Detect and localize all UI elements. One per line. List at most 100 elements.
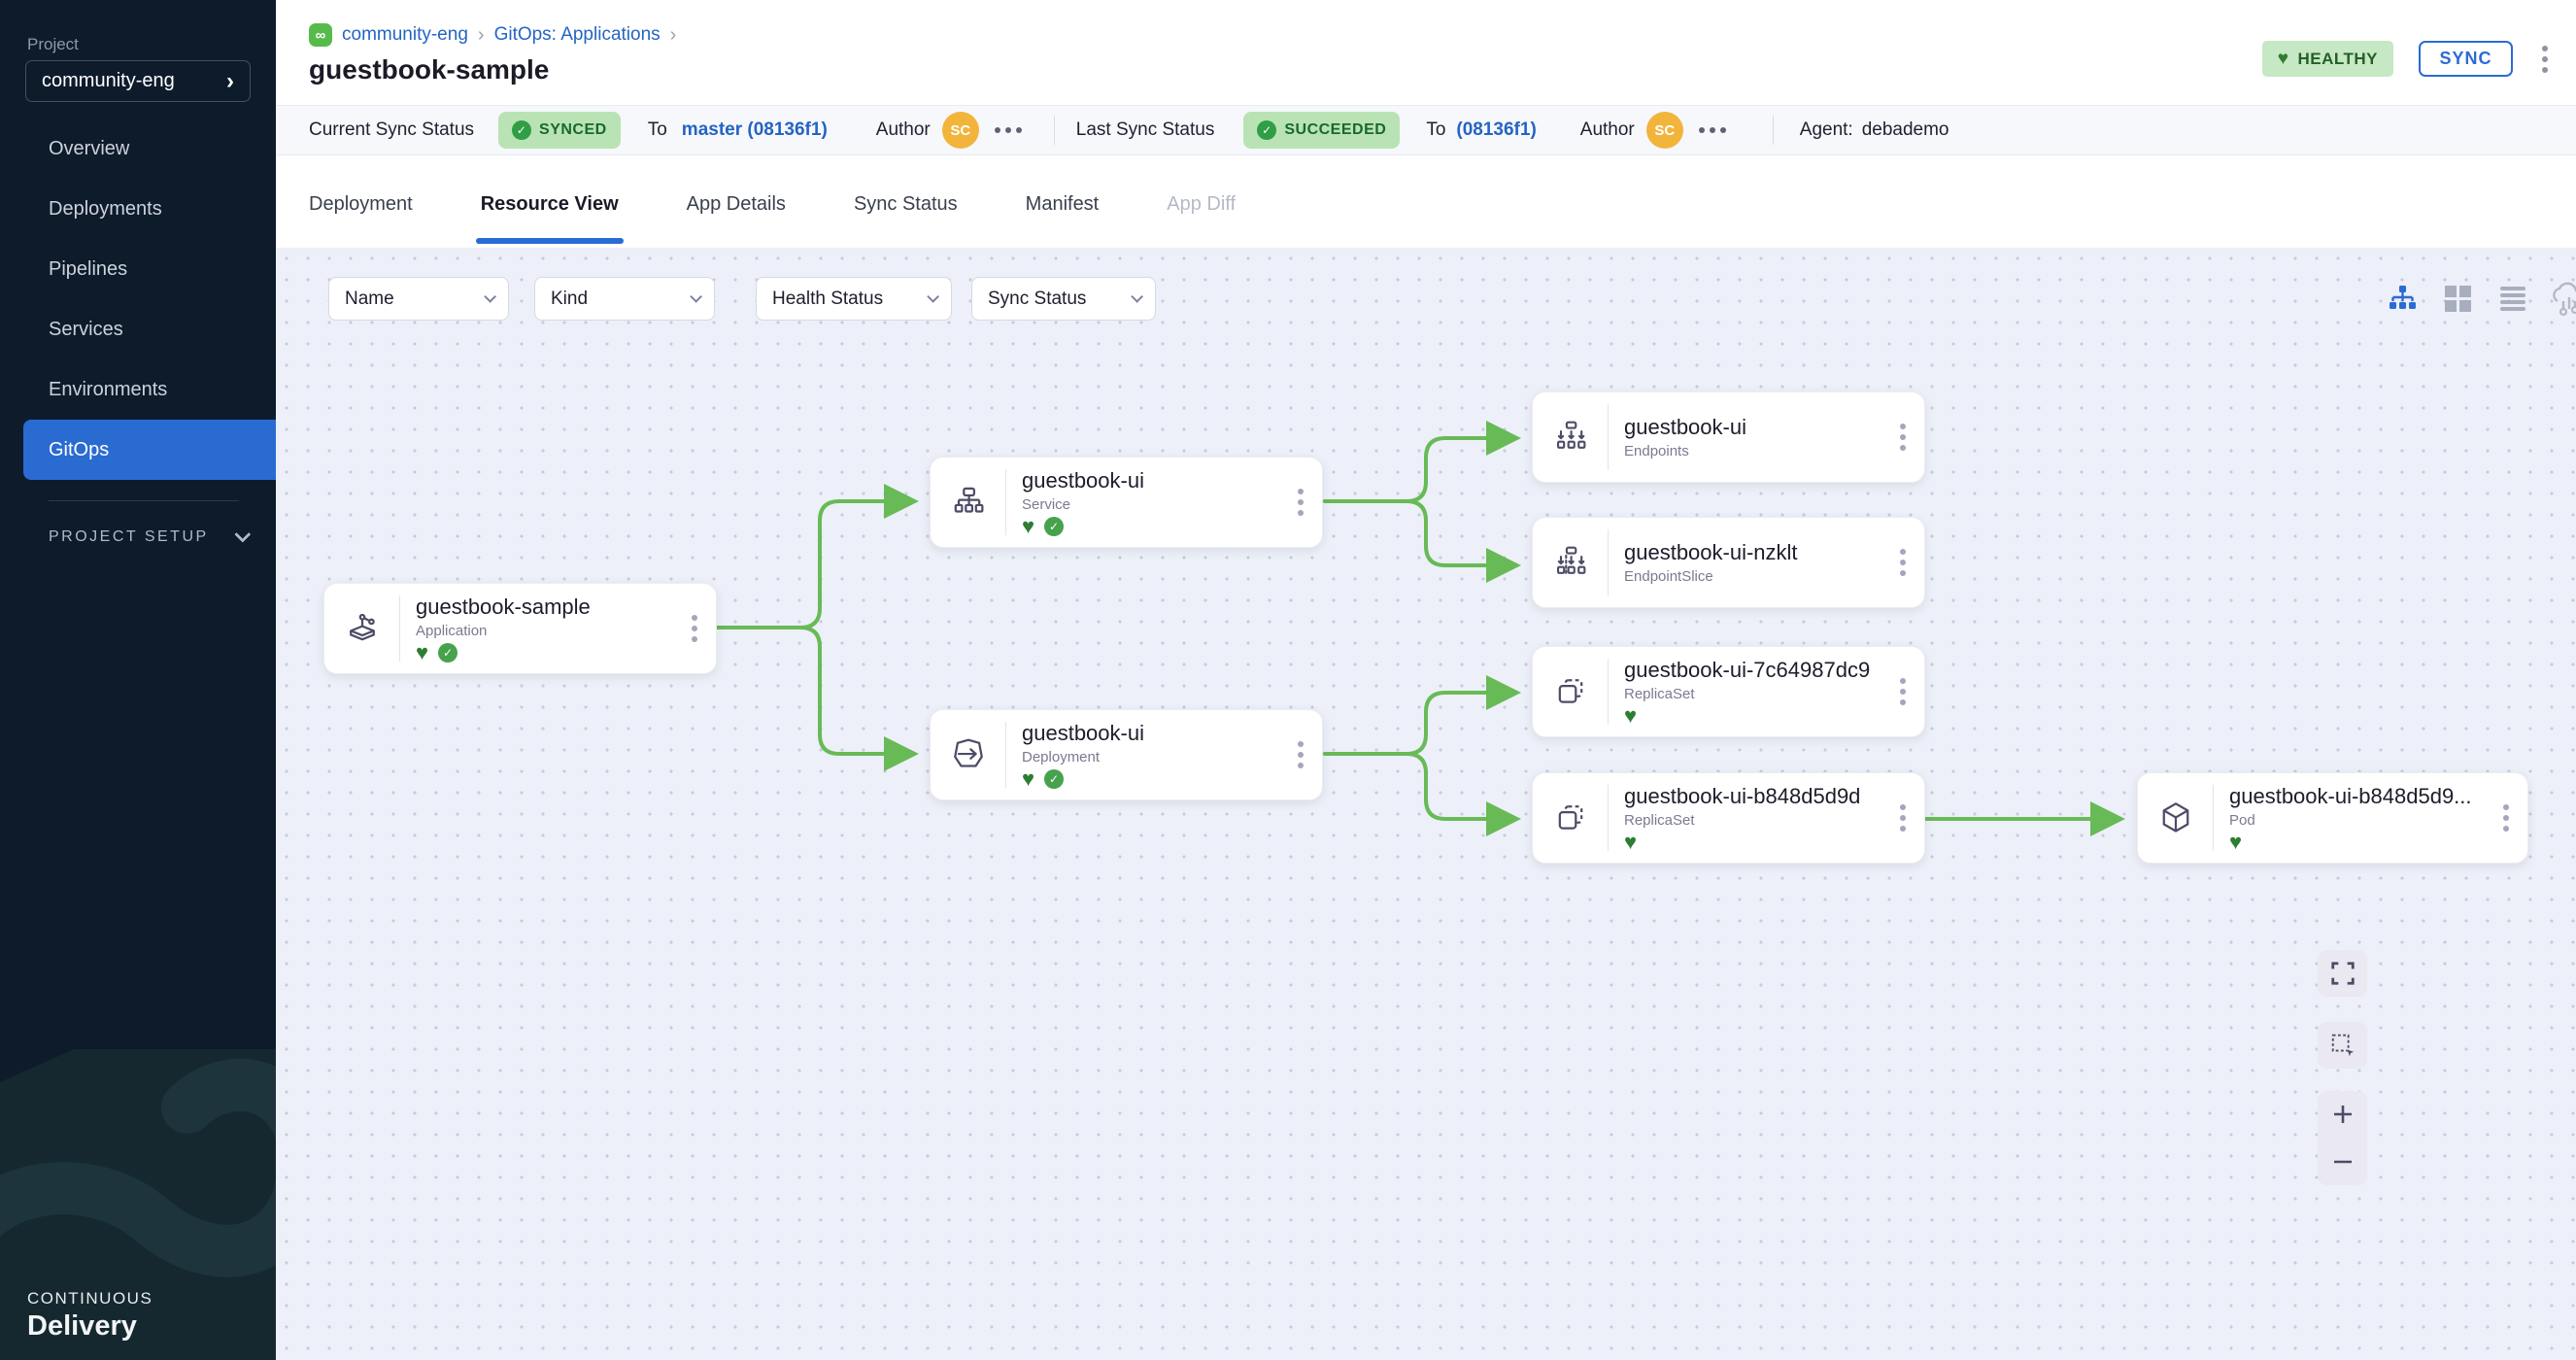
node-title: guestbook-ui xyxy=(1022,468,1279,493)
project-label: Project xyxy=(27,35,79,54)
breadcrumb-separator: › xyxy=(478,24,485,47)
current-revision-link[interactable]: master (08136f1) xyxy=(682,119,828,141)
tab-app-diff: App Diff xyxy=(1167,193,1236,248)
healthy-heart-icon: ♥ xyxy=(2229,832,2242,853)
node-menu-button[interactable] xyxy=(1881,647,1924,736)
tab-manifest[interactable]: Manifest xyxy=(1026,193,1100,248)
breadcrumb-applications-link[interactable]: GitOps: Applications xyxy=(494,24,661,46)
sidebar: Project community-eng › Overview Deploym… xyxy=(0,0,276,1360)
service-icon xyxy=(931,469,1006,535)
synced-badge: ✓ SYNCED xyxy=(498,112,621,149)
sidebar-item-deployments[interactable]: Deployments xyxy=(0,179,276,239)
node-menu-button[interactable] xyxy=(673,584,716,673)
divider xyxy=(1773,116,1774,145)
synced-check-icon: ✓ xyxy=(1044,517,1064,536)
check-circle-icon: ✓ xyxy=(1257,120,1276,140)
agent-label: Agent: xyxy=(1800,119,1853,141)
node-kind: ReplicaSet xyxy=(1624,812,1881,829)
node-title: guestbook-ui-b848d5d9... xyxy=(2229,784,2485,809)
node-kind: Service xyxy=(1022,496,1279,513)
breadcrumb: ∞ community-eng › GitOps: Applications › xyxy=(309,23,676,47)
node-kind: Endpoints xyxy=(1624,443,1881,459)
tab-app-details[interactable]: App Details xyxy=(687,193,786,248)
commit-more-button[interactable] xyxy=(1699,127,1726,133)
healthy-heart-icon: ♥ xyxy=(416,642,428,663)
sidebar-divider xyxy=(49,500,239,501)
endpoints-icon xyxy=(1533,404,1609,470)
replicaset-icon xyxy=(1533,659,1609,725)
node-menu-button[interactable] xyxy=(1881,773,1924,863)
project-setup-toggle[interactable]: PROJECT SETUP xyxy=(49,528,246,546)
breadcrumb-separator: › xyxy=(670,24,677,47)
node-application[interactable]: guestbook-sample Application ♥ ✓ xyxy=(323,583,717,674)
zoom-out-icon[interactable] xyxy=(2328,1147,2357,1176)
fullscreen-icon xyxy=(2329,960,2356,987)
endpointslice-icon xyxy=(1533,529,1609,595)
node-endpointslice[interactable]: guestbook-ui-nzklt EndpointSlice xyxy=(1532,517,1925,608)
node-deployment[interactable]: guestbook-ui Deployment ♥✓ xyxy=(930,709,1323,800)
node-replicaset-7c64987dc9[interactable]: guestbook-ui-7c64987dc9 ReplicaSet ♥ xyxy=(1532,646,1925,737)
tab-deployment[interactable]: Deployment xyxy=(309,193,413,248)
node-pod[interactable]: guestbook-ui-b848d5d9... Pod ♥ xyxy=(2137,772,2528,864)
sidebar-nav: Overview Deployments Pipelines Services … xyxy=(0,119,276,480)
node-menu-button[interactable] xyxy=(1881,518,1924,607)
sidebar-item-gitops[interactable]: GitOps xyxy=(23,420,276,480)
node-service[interactable]: guestbook-ui Service ♥✓ xyxy=(930,457,1323,548)
node-endpoints[interactable]: guestbook-ui Endpoints xyxy=(1532,391,1925,483)
application-icon xyxy=(324,595,400,662)
healthy-heart-icon: ♥ xyxy=(1624,832,1637,853)
page-title: guestbook-sample xyxy=(309,54,549,85)
tab-resource-view[interactable]: Resource View xyxy=(481,193,619,248)
agent-value: debademo xyxy=(1862,119,1949,141)
pod-icon xyxy=(2138,785,2214,851)
node-title: guestbook-ui xyxy=(1022,721,1279,746)
main-content: ∞ community-eng › GitOps: Applications ›… xyxy=(276,0,2576,1360)
marquee-select-button[interactable] xyxy=(2318,1022,2367,1069)
project-selector[interactable]: community-eng › xyxy=(25,60,251,102)
current-sync-label: Current Sync Status xyxy=(309,119,474,141)
author-label: Author xyxy=(876,119,931,141)
node-kind: Pod xyxy=(2229,812,2485,829)
divider xyxy=(1054,116,1055,145)
node-menu-button[interactable] xyxy=(1279,458,1322,547)
to-label: To xyxy=(1426,119,1445,141)
node-title: guestbook-sample xyxy=(416,595,673,620)
sync-status-bar: Current Sync Status ✓ SYNCED To master (… xyxy=(276,105,2576,155)
marquee-select-icon xyxy=(2329,1032,2356,1059)
synced-check-icon: ✓ xyxy=(438,643,458,663)
brand-continuous: CONTINUOUS xyxy=(27,1289,153,1309)
sidebar-item-services[interactable]: Services xyxy=(0,299,276,359)
synced-badge-label: SYNCED xyxy=(539,121,607,139)
zoom-in-icon[interactable] xyxy=(2328,1100,2357,1129)
node-title: guestbook-ui-nzklt xyxy=(1624,540,1881,565)
node-replicaset-b848d5d9d[interactable]: guestbook-ui-b848d5d9d ReplicaSet ♥ xyxy=(1532,772,1925,864)
healthy-heart-icon: ♥ xyxy=(1624,705,1637,727)
deployment-icon xyxy=(931,722,1006,788)
check-circle-icon: ✓ xyxy=(512,120,531,140)
node-menu-button[interactable] xyxy=(2485,773,2527,863)
fullscreen-button[interactable] xyxy=(2318,950,2367,997)
sidebar-item-pipelines[interactable]: Pipelines xyxy=(0,239,276,299)
sync-button[interactable]: SYNC xyxy=(2419,41,2513,77)
node-menu-button[interactable] xyxy=(1881,392,1924,482)
sidebar-item-environments[interactable]: Environments xyxy=(0,359,276,420)
resource-tree-canvas[interactable]: Name Kind Health Status Sync Status xyxy=(276,248,2576,1360)
node-kind: Application xyxy=(416,623,673,639)
page-header: ∞ community-eng › GitOps: Applications ›… xyxy=(276,0,2576,105)
author-avatar[interactable]: SC xyxy=(942,112,979,149)
healthy-heart-icon: ♥ xyxy=(1022,768,1034,790)
more-options-button[interactable] xyxy=(2538,42,2552,77)
succeeded-badge: ✓ SUCCEEDED xyxy=(1243,112,1400,149)
node-menu-button[interactable] xyxy=(1279,710,1322,799)
node-kind: Deployment xyxy=(1022,749,1279,765)
breadcrumb-project-link[interactable]: community-eng xyxy=(342,24,468,46)
tab-sync-status[interactable]: Sync Status xyxy=(854,193,958,248)
healthy-heart-icon: ♥ xyxy=(2278,49,2289,70)
sidebar-item-overview[interactable]: Overview xyxy=(0,119,276,179)
gitops-application-page: Project community-eng › Overview Deploym… xyxy=(0,0,2576,1360)
last-revision-link[interactable]: (08136f1) xyxy=(1456,119,1536,141)
author-avatar[interactable]: SC xyxy=(1646,112,1683,149)
last-sync-label: Last Sync Status xyxy=(1076,119,1215,141)
replicaset-icon xyxy=(1533,785,1609,851)
commit-more-button[interactable] xyxy=(995,127,1022,133)
